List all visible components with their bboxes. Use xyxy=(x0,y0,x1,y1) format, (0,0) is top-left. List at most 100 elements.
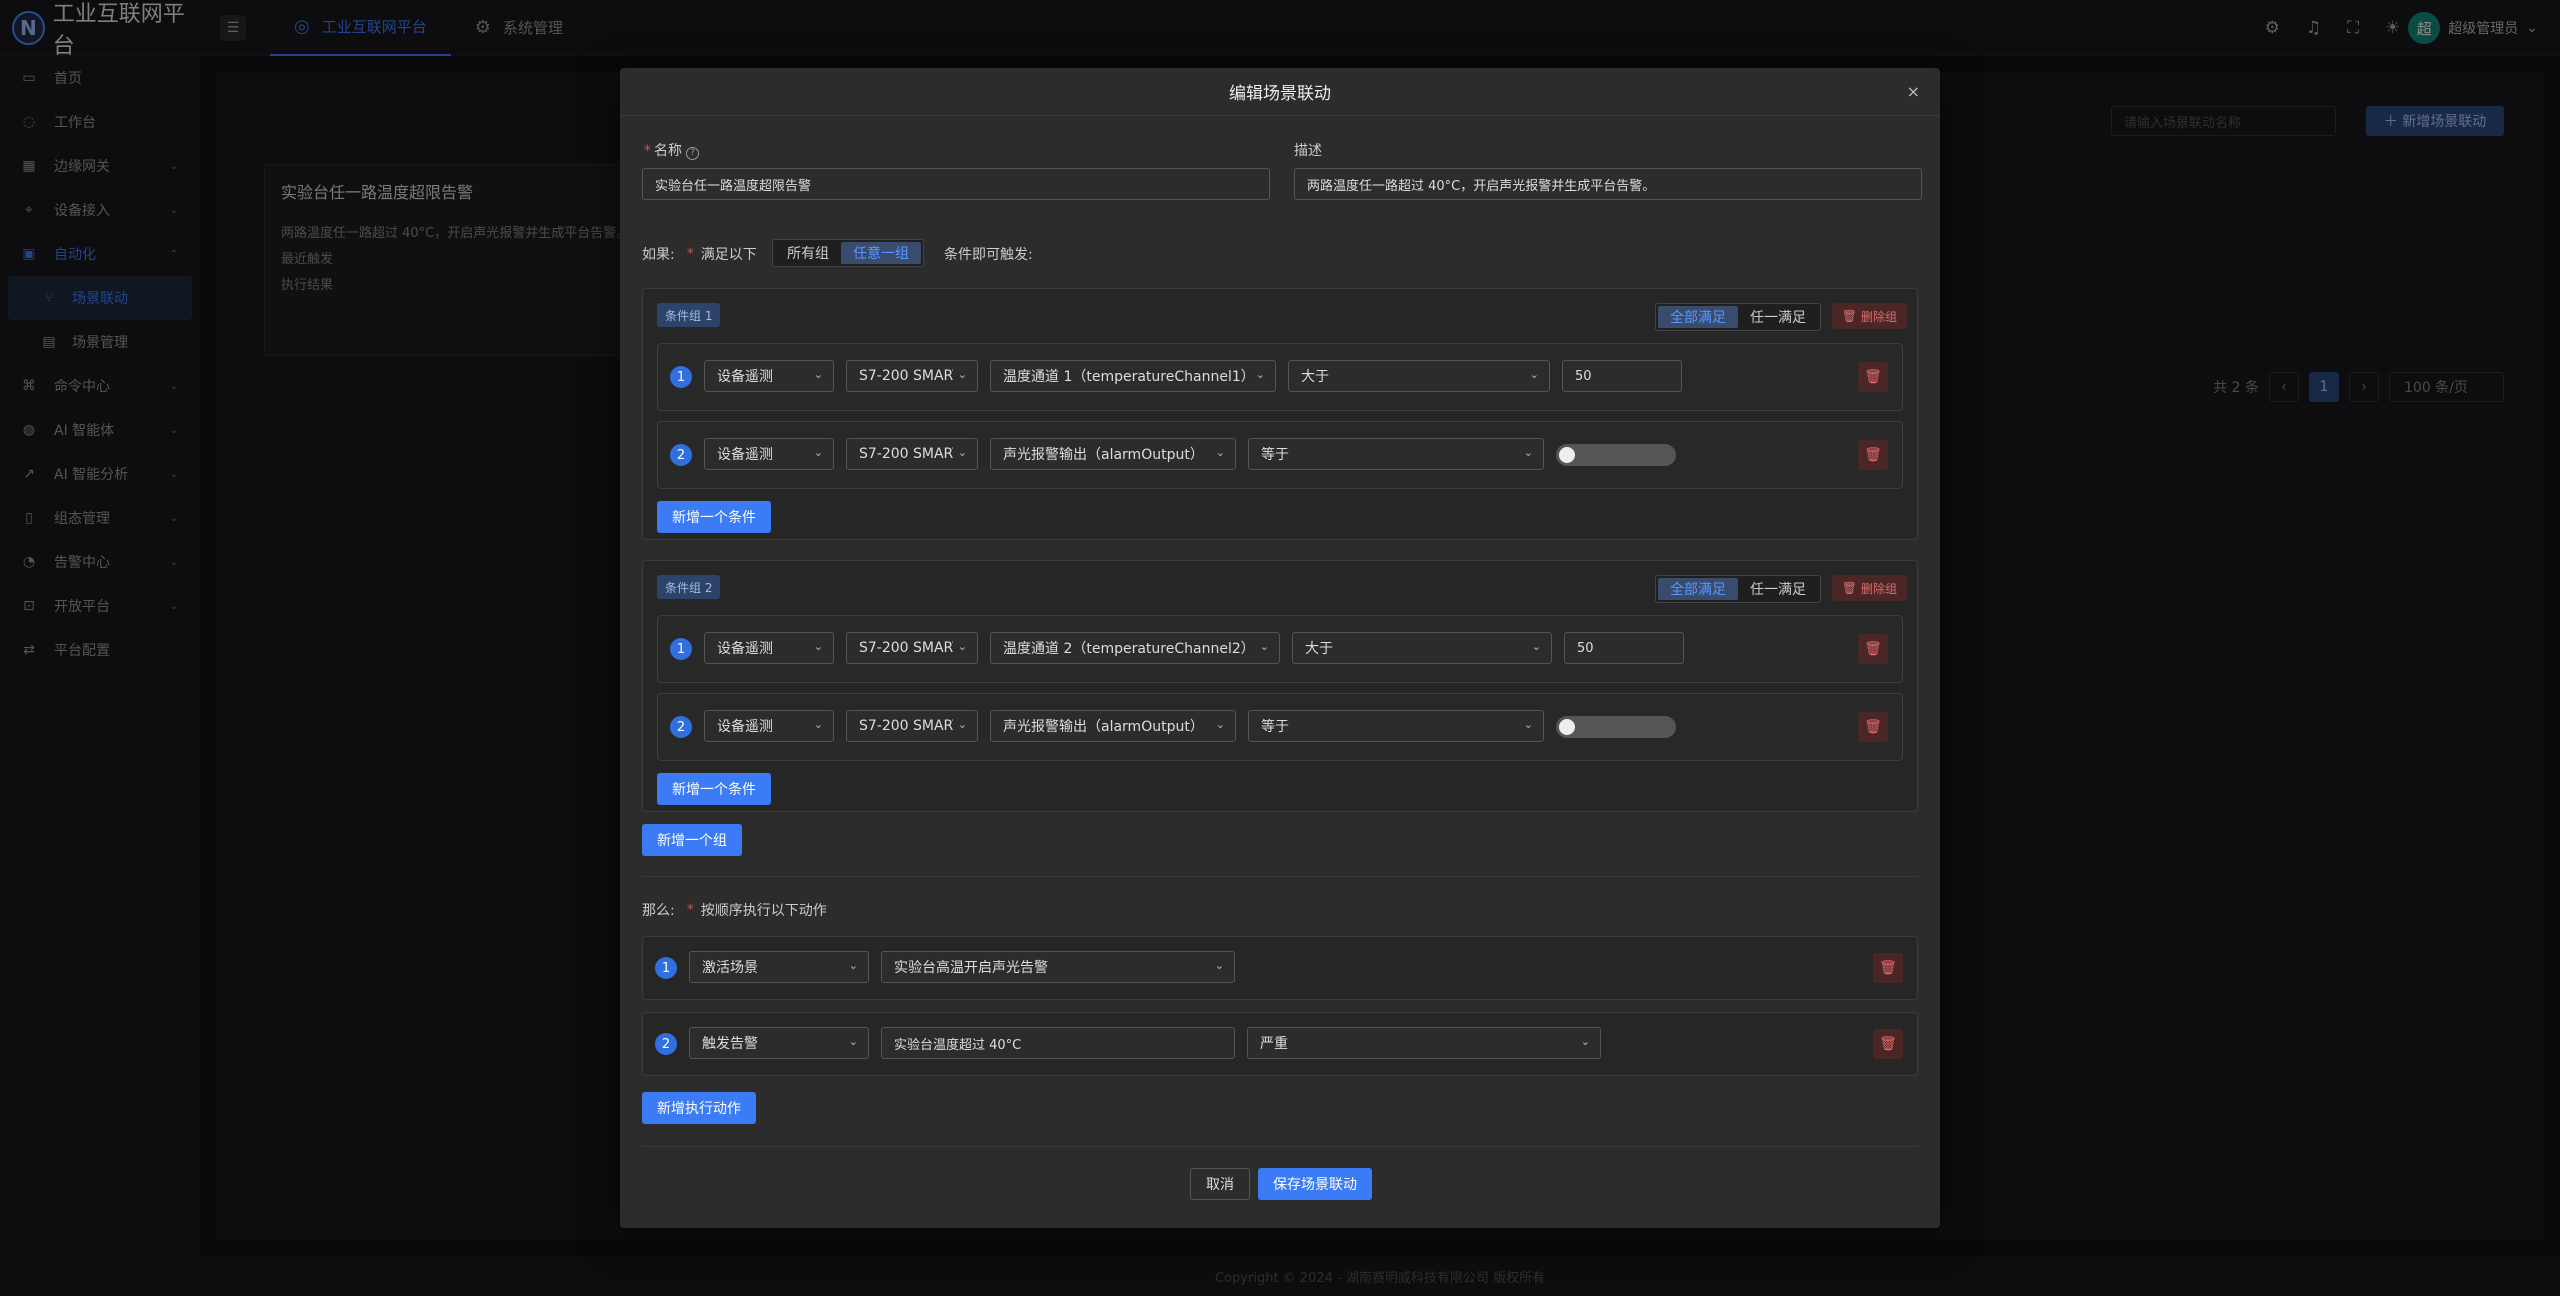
add-action-button[interactable]: 新增执行动作 xyxy=(642,1092,756,1124)
delete-condition-icon[interactable]: 🗑 xyxy=(1858,712,1888,742)
threshold-input[interactable]: 50 xyxy=(1564,632,1684,664)
delete-action-icon[interactable]: 🗑 xyxy=(1873,953,1903,983)
chevron-down-icon: ⌄ xyxy=(1523,446,1533,459)
property-select[interactable]: 声光报警输出（alarmOutput） ⌄ xyxy=(990,438,1236,470)
trash-icon: 🗑 xyxy=(1841,581,1857,595)
chevron-down-icon: ⌄ xyxy=(813,446,823,459)
alarm-level-select[interactable]: 严重 ⌄ xyxy=(1247,1027,1601,1059)
condition-type-select[interactable]: 设备遥测 ⌄ xyxy=(704,360,834,392)
condition-group: 条件组 2 全部满足 任一满足 🗑 删除组 1 设备遥测 ⌄ S7-200 SMAR… xyxy=(642,560,1918,812)
desc-input[interactable]: 两路温度任一路超过 40°C，开启声光报警并生成平台告警。 xyxy=(1294,168,1922,200)
delete-condition-icon[interactable]: 🗑 xyxy=(1858,634,1888,664)
chevron-down-icon: ⌄ xyxy=(1215,718,1225,731)
add-group-button[interactable]: 新增一个组 xyxy=(642,824,742,856)
action-number: 1 xyxy=(655,957,677,979)
value-toggle[interactable] xyxy=(1556,444,1676,466)
alarm-message-input[interactable]: 实验台温度超过 40°C xyxy=(881,1027,1235,1059)
condition-type-select[interactable]: 设备遥测 ⌄ xyxy=(704,438,834,470)
condition-row: 1 设备遥测 ⌄ S7-200 SMART ⌄ 温度通道 2（temperature… xyxy=(657,615,1903,683)
scene-select[interactable]: 实验台高温开启声光告警 ⌄ xyxy=(881,951,1235,983)
delete-action-icon[interactable]: 🗑 xyxy=(1873,1029,1903,1059)
action-type-select[interactable]: 激活场景 ⌄ xyxy=(689,951,869,983)
trash-icon: 🗑 xyxy=(1841,309,1857,323)
chevron-down-icon: ⌄ xyxy=(1529,368,1539,381)
delete-group-button[interactable]: 🗑 删除组 xyxy=(1831,303,1907,329)
match-all[interactable]: 全部满足 xyxy=(1658,578,1738,600)
cancel-button[interactable]: 取消 xyxy=(1190,1168,1250,1200)
device-select[interactable]: S7-200 SMART ⌄ xyxy=(846,438,978,470)
action-number: 2 xyxy=(655,1033,677,1055)
toggle-knob xyxy=(1559,447,1575,463)
chevron-down-icon: ⌄ xyxy=(1580,1035,1590,1048)
operator-select[interactable]: 大于 ⌄ xyxy=(1288,360,1550,392)
help-icon[interactable]: ? xyxy=(686,147,699,160)
threshold-input[interactable]: 50 xyxy=(1562,360,1682,392)
condition-type-select[interactable]: 设备遥测 ⌄ xyxy=(704,632,834,664)
match-all[interactable]: 全部满足 xyxy=(1658,306,1738,328)
action-row: 2 触发告警 ⌄ 实验台温度超过 40°C 严重 ⌄ 🗑 xyxy=(642,1012,1918,1076)
condition-row: 1 设备遥测 ⌄ S7-200 SMART ⌄ 温度通道 1（temperature… xyxy=(657,343,1903,411)
close-icon[interactable]: × xyxy=(1907,82,1920,101)
condition-number: 2 xyxy=(670,444,692,466)
save-button[interactable]: 保存场景联动 xyxy=(1258,1168,1372,1200)
chevron-down-icon: ⌄ xyxy=(957,718,967,731)
chevron-down-icon: ⌄ xyxy=(957,640,967,653)
group-match-switch[interactable]: 全部满足 任一满足 xyxy=(1655,575,1821,603)
then-label: 那么: * 按顺序执行以下动作 xyxy=(642,902,827,919)
group-tag: 条件组 1 xyxy=(657,303,721,327)
toggle-knob xyxy=(1559,719,1575,735)
chevron-down-icon: ⌄ xyxy=(1214,959,1224,972)
divider xyxy=(642,876,1918,877)
property-select[interactable]: 声光报警输出（alarmOutput） ⌄ xyxy=(990,710,1236,742)
condition-number: 1 xyxy=(670,638,692,660)
delete-condition-icon[interactable]: 🗑 xyxy=(1858,362,1888,392)
chevron-down-icon: ⌄ xyxy=(1523,718,1533,731)
condition-number: 2 xyxy=(670,716,692,738)
operator-select[interactable]: 等于 ⌄ xyxy=(1248,710,1544,742)
desc-label: 描述 xyxy=(1294,143,1322,159)
if-label: 如果: * 满足以下 xyxy=(642,246,757,263)
chevron-down-icon: ⌄ xyxy=(848,1035,858,1048)
modal-title: 编辑场景联动 xyxy=(1229,84,1331,104)
device-select[interactable]: S7-200 SMART ⌄ xyxy=(846,632,978,664)
modal-header: 编辑场景联动 × xyxy=(620,68,1940,116)
condition-number: 1 xyxy=(670,366,692,388)
chevron-down-icon: ⌄ xyxy=(1531,640,1541,653)
condition-row: 2 设备遥测 ⌄ S7-200 SMART ⌄ 声光报警输出（alarmOutput… xyxy=(657,693,1903,761)
condition-row: 2 设备遥测 ⌄ S7-200 SMART ⌄ 声光报警输出（alarmOutput… xyxy=(657,421,1903,489)
edit-scene-modal: 编辑场景联动 × * 名称? 实验台任一路温度超限告警 描述 两路温度任一路超过 … xyxy=(620,68,1940,1228)
operator-select[interactable]: 等于 ⌄ xyxy=(1248,438,1544,470)
chevron-down-icon: ⌄ xyxy=(813,640,823,653)
mode-any-group[interactable]: 任意一组 xyxy=(841,242,921,264)
action-type-select[interactable]: 触发告警 ⌄ xyxy=(689,1027,869,1059)
device-select[interactable]: S7-200 SMART ⌄ xyxy=(846,710,978,742)
device-select[interactable]: S7-200 SMART ⌄ xyxy=(846,360,978,392)
name-input[interactable]: 实验台任一路温度超限告警 xyxy=(642,168,1270,200)
group-tag: 条件组 2 xyxy=(657,575,721,599)
operator-select[interactable]: 大于 ⌄ xyxy=(1292,632,1552,664)
chevron-down-icon: ⌄ xyxy=(957,368,967,381)
chevron-down-icon: ⌄ xyxy=(813,718,823,731)
chevron-down-icon: ⌄ xyxy=(1215,446,1225,459)
match-any[interactable]: 任一满足 xyxy=(1738,578,1818,600)
value-toggle[interactable] xyxy=(1556,716,1676,738)
divider xyxy=(642,1146,1918,1147)
group-match-switch[interactable]: 全部满足 任一满足 xyxy=(1655,303,1821,331)
name-label: * 名称? xyxy=(644,140,699,160)
group-mode-switch[interactable]: 所有组 任意一组 xyxy=(772,239,924,267)
property-select[interactable]: 温度通道 2（temperatureChannel2） ⌄ xyxy=(990,632,1280,664)
add-condition-button[interactable]: 新增一个条件 xyxy=(657,773,771,805)
trigger-suffix: 条件即可触发: xyxy=(944,247,1033,263)
condition-group: 条件组 1 全部满足 任一满足 🗑 删除组 1 设备遥测 ⌄ S7-200 SMAR… xyxy=(642,288,1918,540)
chevron-down-icon: ⌄ xyxy=(1255,368,1265,381)
mode-all-groups[interactable]: 所有组 xyxy=(775,242,841,264)
property-select[interactable]: 温度通道 1（temperatureChannel1） ⌄ xyxy=(990,360,1276,392)
add-condition-button[interactable]: 新增一个条件 xyxy=(657,501,771,533)
delete-condition-icon[interactable]: 🗑 xyxy=(1858,440,1888,470)
chevron-down-icon: ⌄ xyxy=(813,368,823,381)
delete-group-button[interactable]: 🗑 删除组 xyxy=(1831,575,1907,601)
chevron-down-icon: ⌄ xyxy=(957,446,967,459)
chevron-down-icon: ⌄ xyxy=(1259,640,1269,653)
match-any[interactable]: 任一满足 xyxy=(1738,306,1818,328)
condition-type-select[interactable]: 设备遥测 ⌄ xyxy=(704,710,834,742)
